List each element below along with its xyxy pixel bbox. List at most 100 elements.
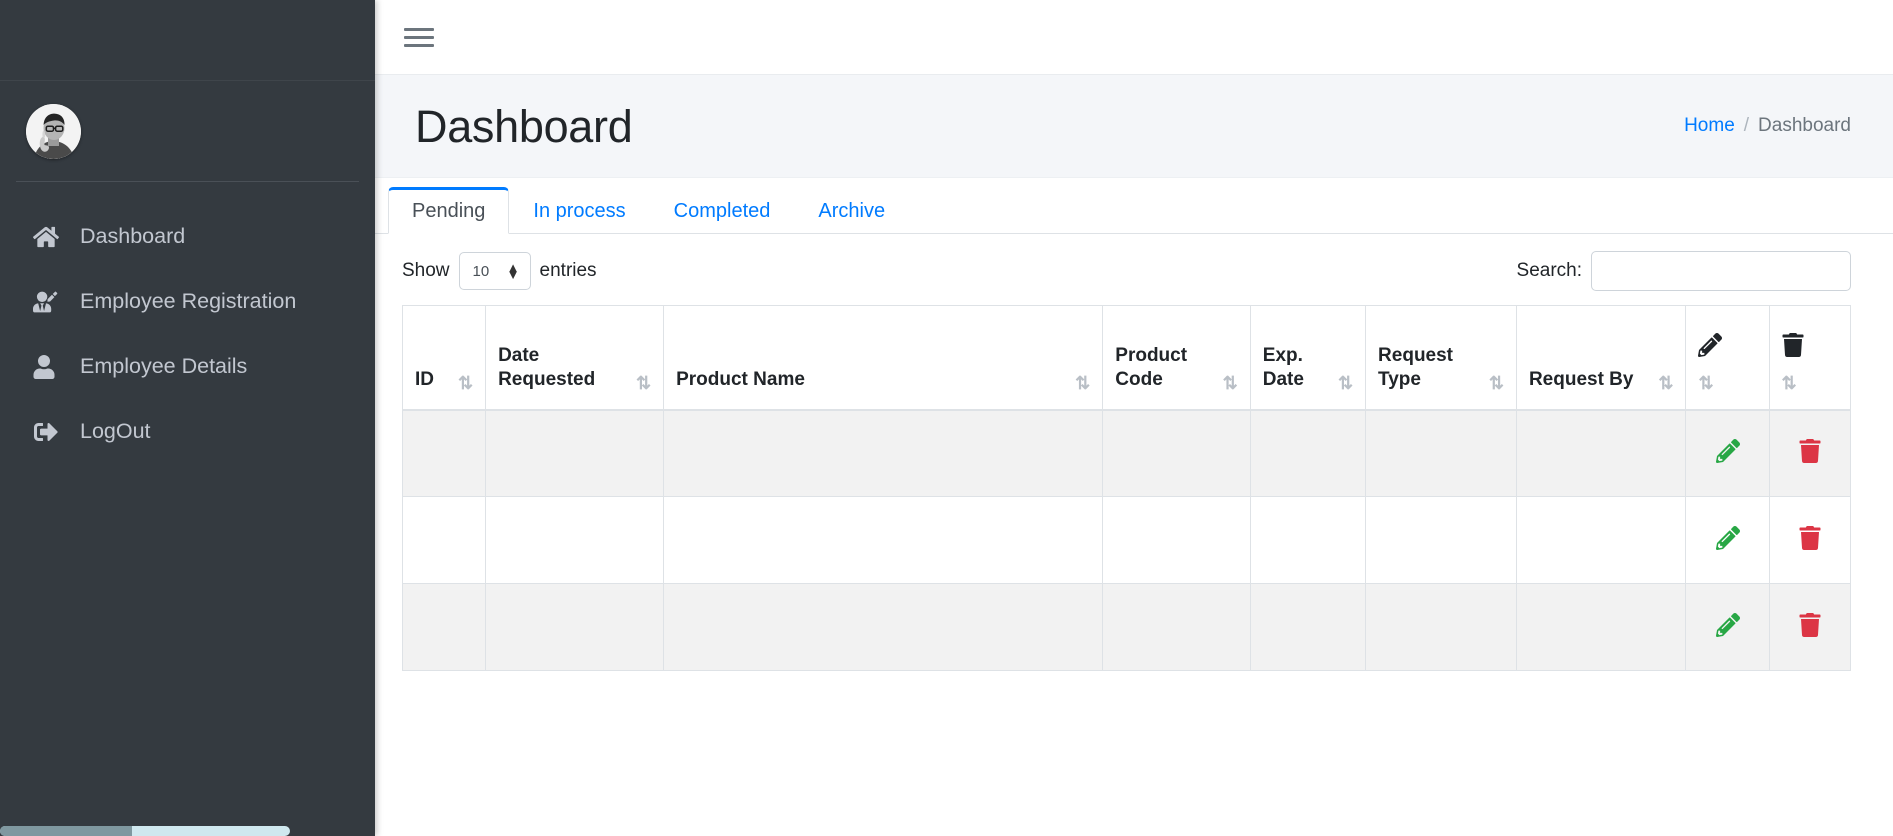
search-control: Search: bbox=[1517, 251, 1851, 291]
col-exp-date[interactable]: Exp. Date ⇅ bbox=[1249, 305, 1367, 411]
col-exp-date-label: Exp. Date bbox=[1262, 344, 1304, 391]
row-edit-icon[interactable] bbox=[1715, 438, 1740, 463]
table-row[interactable] bbox=[401, 409, 1852, 497]
tab-in-process[interactable]: In process bbox=[509, 187, 649, 234]
breadcrumb: Home / Dashboard bbox=[1684, 115, 1851, 137]
cell-edit-action bbox=[1685, 496, 1770, 584]
cell-request-type bbox=[1365, 409, 1517, 497]
table-row[interactable] bbox=[401, 496, 1852, 584]
logout-icon bbox=[33, 420, 66, 444]
cell-exp-date bbox=[1249, 409, 1367, 497]
sort-icon: ⇅ bbox=[457, 372, 474, 393]
cell-product-code bbox=[1102, 409, 1251, 497]
stepper-icon: ▲ ▼ bbox=[506, 261, 520, 282]
table-row[interactable] bbox=[401, 583, 1852, 671]
stepper-down-arrow: ▼ bbox=[506, 267, 520, 282]
cell-request-type bbox=[1365, 583, 1517, 671]
hamburger-icon[interactable] bbox=[400, 20, 438, 54]
cell-delete-action bbox=[1768, 496, 1852, 584]
cell-date-requested bbox=[485, 583, 665, 671]
col-request-by[interactable]: Request By ⇅ bbox=[1515, 305, 1687, 411]
cell-product-code bbox=[1102, 496, 1251, 584]
col-request-by-label: Request By bbox=[1528, 369, 1634, 391]
col-id[interactable]: ID ⇅ bbox=[401, 305, 487, 411]
table-container: ID ⇅ Date Requested ⇅ Product Name ⇅ Pro… bbox=[375, 305, 1893, 671]
row-edit-icon[interactable] bbox=[1715, 525, 1740, 550]
entries-select[interactable]: 10 ▲ ▼ bbox=[458, 252, 531, 290]
col-product-code[interactable]: Product Code ⇅ bbox=[1102, 305, 1251, 411]
page-title: Dashboard bbox=[415, 100, 633, 152]
horizontal-scrollbar[interactable] bbox=[0, 826, 1893, 836]
sidebar-item-label: Dashboard bbox=[80, 223, 186, 248]
avatar[interactable] bbox=[26, 103, 81, 159]
tab-completed[interactable]: Completed bbox=[650, 187, 795, 234]
entries-label: entries bbox=[539, 260, 597, 281]
sidebar-item-label: Employee Details bbox=[80, 353, 248, 378]
cell-exp-date bbox=[1249, 496, 1367, 584]
cell-delete-action bbox=[1768, 583, 1852, 671]
requests-table: ID ⇅ Date Requested ⇅ Product Name ⇅ Pro… bbox=[401, 305, 1852, 671]
sort-icon: ⇅ bbox=[1337, 372, 1354, 393]
home-icon bbox=[33, 225, 66, 249]
sort-icon: ⇅ bbox=[1488, 372, 1504, 393]
breadcrumb-current: Dashboard bbox=[1758, 115, 1851, 136]
sidebar-nav: Dashboard Employee Registration Employee… bbox=[0, 182, 375, 464]
tab-pending[interactable]: Pending bbox=[388, 187, 510, 234]
col-request-type-label: Request Type bbox=[1378, 344, 1454, 391]
user-edit-icon bbox=[33, 290, 66, 314]
hamburger-bar bbox=[404, 43, 434, 47]
cell-request-type bbox=[1365, 496, 1517, 584]
show-label: Show bbox=[402, 260, 450, 281]
main-content: Dashboard Home / Dashboard Pending In pr… bbox=[375, 0, 1893, 836]
sort-icon: ⇅ bbox=[636, 372, 652, 393]
cell-id bbox=[401, 496, 487, 584]
avatar-photo-icon bbox=[26, 103, 81, 159]
cell-edit-action bbox=[1685, 409, 1770, 497]
sidebar-item-logout[interactable]: LogOut bbox=[0, 399, 375, 464]
show-entries-control: Show 10 ▲ ▼ entries bbox=[402, 252, 597, 290]
sort-icon: ⇅ bbox=[1222, 372, 1238, 393]
cell-request-by bbox=[1515, 409, 1687, 497]
sort-icon: ⇅ bbox=[1698, 372, 1714, 393]
search-label: Search: bbox=[1516, 260, 1582, 281]
content-card: Pending In process Completed Archive Sho… bbox=[375, 178, 1893, 671]
sidebar-item-employee-registration[interactable]: Employee Registration bbox=[0, 269, 375, 334]
cell-id bbox=[401, 583, 487, 671]
sidebar-item-dashboard[interactable]: Dashboard bbox=[0, 204, 375, 269]
search-input[interactable] bbox=[1591, 251, 1851, 291]
app-root: Dashboard Employee Registration Employee… bbox=[0, 0, 1893, 836]
hamburger-bar bbox=[404, 35, 434, 39]
page-header: Dashboard Home / Dashboard bbox=[375, 75, 1893, 178]
row-delete-icon[interactable] bbox=[1799, 438, 1821, 463]
col-delete[interactable]: ⇅ bbox=[1768, 305, 1852, 411]
trash-icon bbox=[1782, 332, 1804, 363]
breadcrumb-separator: / bbox=[1743, 115, 1750, 136]
cell-product-name bbox=[663, 583, 1104, 671]
scrollbar-thumb-track[interactable] bbox=[0, 826, 132, 836]
entries-value: 10 bbox=[472, 262, 490, 280]
cell-delete-action bbox=[1768, 409, 1852, 497]
cell-product-name bbox=[663, 409, 1104, 497]
cell-id bbox=[401, 409, 487, 497]
tab-archive[interactable]: Archive bbox=[794, 187, 909, 234]
col-date-requested[interactable]: Date Requested ⇅ bbox=[485, 305, 665, 411]
breadcrumb-home-link[interactable]: Home bbox=[1684, 115, 1735, 137]
row-delete-icon[interactable] bbox=[1799, 525, 1821, 550]
sidebar-item-label: Employee Registration bbox=[80, 288, 297, 313]
cell-product-name bbox=[663, 496, 1104, 584]
sort-icon: ⇅ bbox=[1658, 372, 1674, 393]
cell-request-by bbox=[1515, 583, 1687, 671]
col-edit[interactable]: ⇅ bbox=[1685, 305, 1770, 411]
top-navbar bbox=[375, 0, 1893, 75]
sidebar-item-employee-details[interactable]: Employee Details bbox=[0, 334, 375, 399]
row-delete-icon[interactable] bbox=[1799, 612, 1821, 637]
col-request-type[interactable]: Request Type ⇅ bbox=[1365, 305, 1517, 411]
sort-icon: ⇅ bbox=[1781, 372, 1797, 393]
cell-edit-action bbox=[1685, 583, 1770, 671]
sidebar-brand-area bbox=[0, 0, 375, 81]
row-edit-icon[interactable] bbox=[1715, 612, 1740, 637]
col-product-name[interactable]: Product Name ⇅ bbox=[663, 305, 1104, 411]
edit-icon bbox=[1698, 332, 1723, 363]
table-head: ID ⇅ Date Requested ⇅ Product Name ⇅ Pro… bbox=[401, 305, 1852, 411]
sidebar: Dashboard Employee Registration Employee… bbox=[0, 0, 375, 836]
